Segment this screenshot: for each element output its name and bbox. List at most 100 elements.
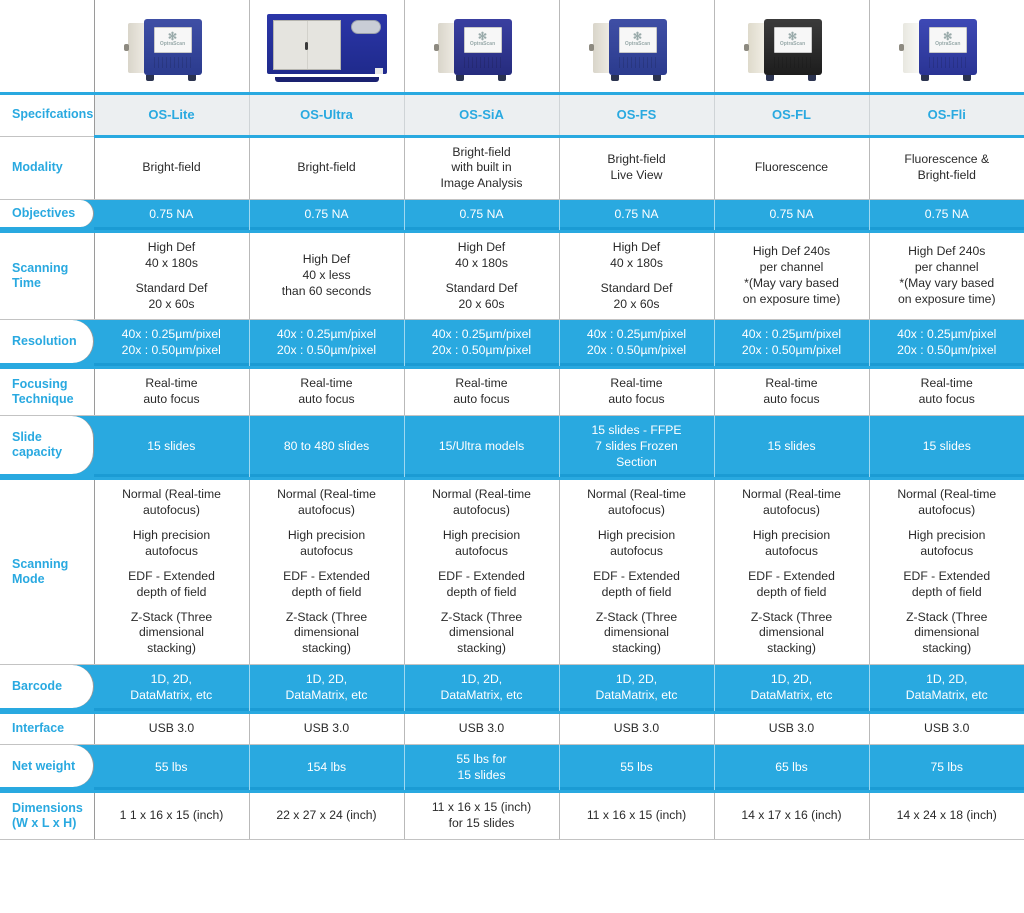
cell-line: Image Analysis bbox=[440, 176, 523, 191]
column-header-os-fl: OS-FL bbox=[714, 93, 870, 138]
cell-scanning-mode-os-fs: Normal (Real-time autofocus) High precisio… bbox=[559, 478, 715, 666]
cell-line: 55 lbs bbox=[154, 759, 188, 774]
cell-line: 15 slides bbox=[767, 438, 816, 453]
cell-resolution-os-fl: 40x : 0.25µm/pixel 20x : 0.50µm/pixel bbox=[714, 319, 870, 370]
cell-barcode-os-fli: 1D, 2D, DataMatrix, etc bbox=[869, 664, 1024, 714]
cell-line: dimensional bbox=[138, 625, 205, 640]
cell-line: 11 x 16 x 15 (inch) bbox=[431, 800, 532, 815]
cell-line: EDF - Extended bbox=[283, 568, 370, 583]
cell-line: auto focus bbox=[918, 391, 975, 406]
cell-barcode-os-lite: 1D, 2D, DataMatrix, etc bbox=[94, 664, 250, 714]
cell-line: stacking) bbox=[922, 641, 972, 656]
cell-line: per channel bbox=[759, 260, 824, 275]
cell-line: 55 lbs for bbox=[456, 751, 507, 766]
cell-line: High Def bbox=[302, 252, 351, 267]
cell-line: EDF - Extended bbox=[903, 568, 991, 583]
cell-objectives-os-fs: 0.75 NA bbox=[559, 199, 715, 233]
cell-line: Bright-field bbox=[607, 152, 666, 167]
cell-line: High Def bbox=[612, 239, 661, 254]
cell-line: EDF - Extended bbox=[128, 568, 215, 583]
cell-line: 15 slides bbox=[147, 438, 196, 453]
column-header-os-ultra: OS-Ultra bbox=[249, 93, 405, 138]
cell-line: 0.75 NA bbox=[614, 207, 659, 222]
cell-line: auto focus bbox=[298, 391, 355, 406]
cell-line: dimensional bbox=[603, 625, 670, 640]
cell-line: 20 x 60s bbox=[613, 296, 660, 311]
cell-line: depth of field bbox=[756, 584, 827, 599]
cell-scanning-time-os-lite: High Def 40 x 180s Standard Def 20 x 60s bbox=[94, 231, 250, 321]
cell-dimensions-w-x-l-x-h-os-fs: 11 x 16 x 15 (inch) bbox=[559, 791, 715, 841]
row-label-barcode: Barcode bbox=[0, 664, 94, 714]
cell-scanning-time-os-fs: High Def 40 x 180s Standard Def 20 x 60s bbox=[559, 231, 715, 321]
cell-line: 14 x 24 x 18 (inch) bbox=[896, 808, 997, 823]
cell-scanning-time-os-fli: High Def 240s per channel *(May vary based… bbox=[869, 231, 1024, 321]
cell-line: stacking) bbox=[457, 641, 506, 656]
cell-modality-os-fli: Fluorescence & Bright-field bbox=[869, 136, 1024, 201]
cell-modality-os-fs: Bright-field Live View bbox=[559, 136, 715, 201]
cell-line: per channel bbox=[914, 260, 979, 275]
cell-dimensions-w-x-l-x-h-os-fl: 14 x 17 x 16 (inch) bbox=[714, 791, 870, 841]
cell-line: DataMatrix, etc bbox=[905, 687, 988, 702]
table-row: Scanning Mode Normal (Real-time autofocus) H… bbox=[0, 478, 1024, 666]
row-label-notch: Objectives bbox=[0, 200, 94, 227]
row-label-line: Dimensions bbox=[12, 801, 83, 816]
cell-interface-os-fl: USB 3.0 bbox=[714, 712, 870, 745]
cell-focusing-technique-os-fli: Real-time auto focus bbox=[869, 367, 1024, 416]
cell-line: 80 to 480 slides bbox=[283, 438, 370, 453]
cell-dimensions-w-x-l-x-h-os-lite: 1 1 x 16 x 15 (inch) bbox=[94, 791, 250, 841]
cell-resolution-os-ultra: 40x : 0.25µm/pixel 20x : 0.50µm/pixel bbox=[249, 319, 405, 370]
cell-line: DataMatrix, etc bbox=[285, 687, 368, 702]
cell-dimensions-w-x-l-x-h-os-fli: 14 x 24 x 18 (inch) bbox=[869, 791, 1024, 841]
cell-line: 1D, 2D, bbox=[770, 672, 813, 687]
table-row: Objectives 0.75 NA 0.75 NA 0.75 NA 0.75 NA 0.… bbox=[0, 199, 1024, 233]
cell-line: autofocus) bbox=[918, 503, 976, 518]
cell-line: Real-time bbox=[610, 376, 663, 391]
product-cell-os-fli: ✻ OptraScan bbox=[869, 0, 1024, 95]
cell-line: Z-Stack (Three bbox=[906, 609, 988, 624]
cell-line: USB 3.0 bbox=[924, 720, 970, 735]
cell-line: auto focus bbox=[763, 391, 820, 406]
cell-scanning-mode-os-fli: Normal (Real-time autofocus) High precisio… bbox=[869, 478, 1024, 666]
cell-focusing-technique-os-ultra: Real-time auto focus bbox=[249, 367, 405, 416]
row-label-line: Net weight bbox=[12, 758, 76, 773]
cell-line: autofocus) bbox=[608, 503, 665, 518]
cell-dimensions-w-x-l-x-h-os-ultra: 22 x 27 x 24 (inch) bbox=[249, 791, 405, 841]
cell-scanning-mode-os-fl: Normal (Real-time autofocus) High precisio… bbox=[714, 478, 870, 666]
cell-line: USB 3.0 bbox=[613, 720, 660, 735]
cell-line: dimensional bbox=[914, 625, 980, 640]
cell-interface-os-ultra: USB 3.0 bbox=[249, 712, 405, 745]
cell-resolution-os-lite: 40x : 0.25µm/pixel 20x : 0.50µm/pixel bbox=[94, 319, 250, 370]
table-row: Modality Bright-field Bright-field Bright-f… bbox=[0, 136, 1024, 201]
row-label-line: capacity bbox=[12, 445, 63, 460]
cell-line: High Def 240s bbox=[908, 244, 986, 259]
cell-line: autofocus bbox=[300, 543, 353, 558]
row-label-modality: Modality bbox=[0, 136, 95, 201]
cell-barcode-os-ultra: 1D, 2D, DataMatrix, etc bbox=[249, 664, 405, 714]
cell-line: EDF - Extended bbox=[748, 568, 835, 583]
product-image: ✻ OptraScan bbox=[587, 11, 687, 81]
cell-line: High Def 240s bbox=[752, 244, 831, 259]
row-label-objectives: Objectives bbox=[0, 199, 94, 233]
cell-line: Normal (Real-time bbox=[742, 487, 841, 502]
cell-line: 20x : 0.50µm/pixel bbox=[586, 343, 687, 358]
cell-resolution-os-fs: 40x : 0.25µm/pixel 20x : 0.50µm/pixel bbox=[559, 319, 715, 370]
row-label-notch: Resolution bbox=[0, 320, 94, 364]
cell-line: 65 lbs bbox=[775, 759, 808, 774]
cell-line: than 60 seconds bbox=[281, 284, 372, 299]
cell-line: Normal (Real-time bbox=[122, 487, 221, 502]
product-cell-os-ultra bbox=[249, 0, 405, 95]
cell-barcode-os-fs: 1D, 2D, DataMatrix, etc bbox=[559, 664, 715, 714]
cell-modality-os-ultra: Bright-field bbox=[249, 136, 405, 201]
cell-line: 40x : 0.25µm/pixel bbox=[586, 327, 687, 342]
cell-line: USB 3.0 bbox=[458, 720, 505, 735]
row-label-line: Modality bbox=[12, 160, 63, 175]
